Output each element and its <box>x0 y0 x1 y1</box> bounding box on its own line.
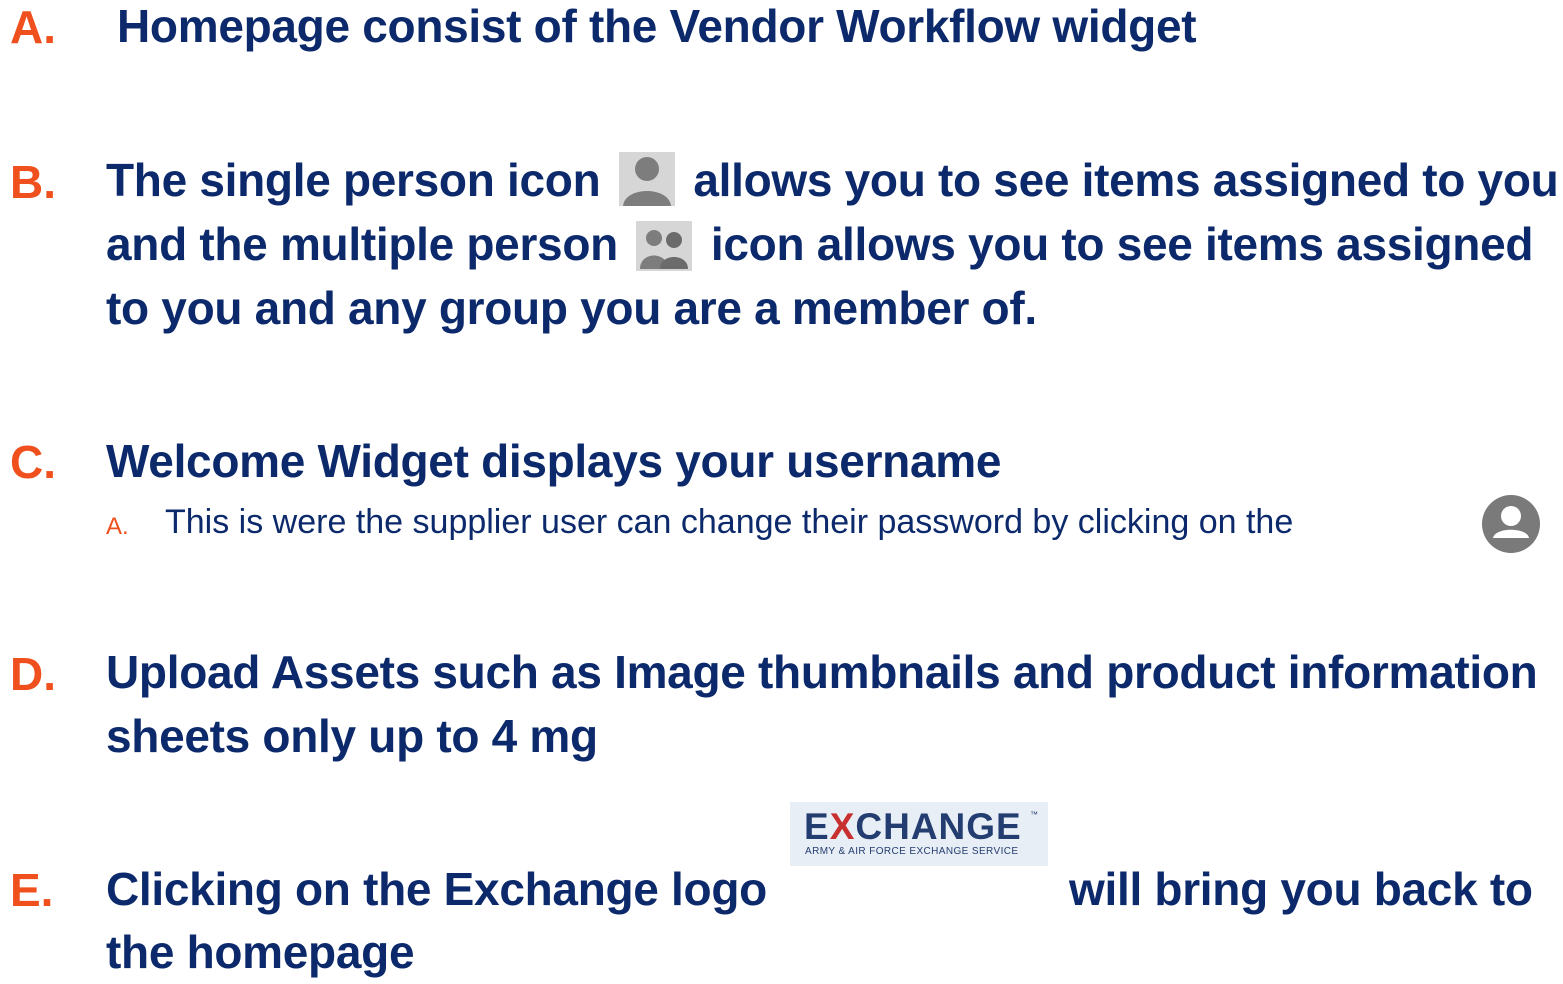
exchange-logo[interactable]: EXCHANGE ™ ARMY & AIR FORCE EXCHANGE SER… <box>790 802 1048 866</box>
item-b-line1: The single person icon allows you to see… <box>106 148 1559 212</box>
item-a-letter: A. <box>10 1 56 53</box>
item-e-letter: E. <box>10 864 54 916</box>
item-e-line1-after: will bring you back to <box>1069 863 1533 915</box>
item-c-sub-text: This is were the supplier user can chang… <box>165 503 1294 541</box>
item-b-line2: and the multiple person icon allows you … <box>106 212 1533 276</box>
account-circle-icon[interactable] <box>1481 494 1541 559</box>
exchange-logo-subtitle: ARMY & AIR FORCE EXCHANGE SERVICE <box>805 846 1019 857</box>
exchange-logo-trademark: ™ <box>1030 810 1038 819</box>
multiple-person-icon <box>636 220 693 271</box>
item-b-line2-after: icon allows you to see items assigned <box>710 218 1534 270</box>
item-c-letter: C. <box>10 436 56 488</box>
item-d-line2: sheets only up to 4 mg <box>106 710 598 762</box>
item-b-line2-before: and the multiple person <box>106 218 618 270</box>
item-a-text: Homepage consist of the Vendor Workflow … <box>117 0 1197 52</box>
item-c-text: Welcome Widget displays your username <box>106 435 1002 487</box>
item-d-letter: D. <box>10 648 56 700</box>
item-b-line3: to you and any group you are a member of… <box>106 282 1037 334</box>
item-c-sub-letter: A. <box>106 513 129 540</box>
item-b-letter: B. <box>10 156 56 208</box>
item-e-line1-before: Clicking on the Exchange logo <box>106 863 767 915</box>
item-d-line1: Upload Assets such as Image thumbnails a… <box>106 646 1538 698</box>
item-b-line1-before: The single person icon <box>106 154 601 206</box>
item-b-line1-after: allows you to see items assigned to you <box>693 154 1559 206</box>
exchange-logo-wordmark: EXCHANGE <box>804 806 1022 847</box>
single-person-icon <box>618 151 675 206</box>
item-e-line2: the homepage <box>106 926 415 978</box>
